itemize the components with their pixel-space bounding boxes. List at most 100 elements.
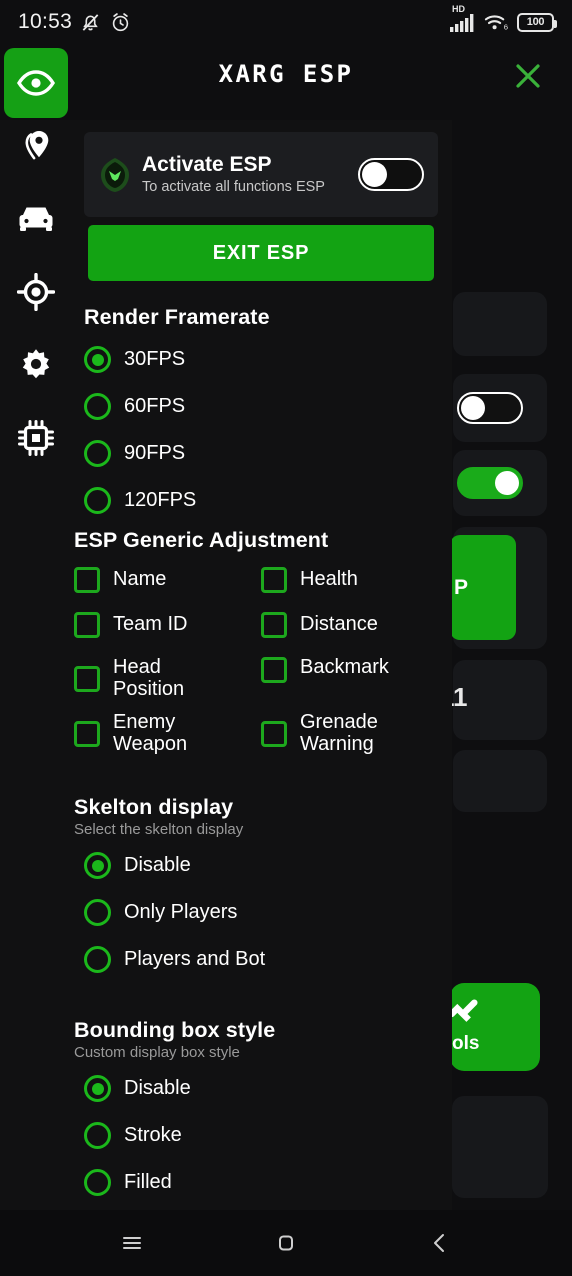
activate-esp-title: Activate ESP: [142, 153, 272, 177]
bounding-option-disable[interactable]: Disable: [84, 1075, 434, 1102]
bounding-box-subtitle: Custom display box style: [74, 1044, 240, 1061]
bg-card-1: [453, 292, 547, 356]
alarm-clock-icon: [112, 12, 129, 31]
checkbox-team-id-box[interactable]: [74, 612, 100, 638]
sidebar-item-location[interactable]: [14, 124, 58, 168]
wrench-icon: [450, 999, 478, 1022]
framerate-option-30fps[interactable]: 30FPS: [84, 346, 424, 373]
framerate-option-60fps[interactable]: 60FPS: [84, 393, 424, 420]
bounding-label-filled: Filled: [124, 1171, 172, 1193]
sidebar-item-memory[interactable]: [14, 416, 58, 460]
signal-bars-icon: [450, 13, 474, 32]
car-icon: [19, 207, 53, 231]
skelton-radio-players-and-bot[interactable]: [84, 946, 111, 973]
close-button[interactable]: [510, 58, 546, 94]
skelton-display-section: Skelton display Select the skelton displ…: [74, 795, 434, 973]
framerate-radio-60fps[interactable]: [84, 393, 111, 420]
checkbox-head-position-box[interactable]: [74, 665, 100, 692]
eye-icon: [16, 70, 56, 96]
bg-tools-button[interactable]: ols: [450, 983, 540, 1071]
framerate-radio-90fps[interactable]: [84, 440, 111, 467]
framerate-label-90fps: 90FPS: [124, 442, 186, 464]
mute-bell-icon: [82, 13, 99, 31]
bg-green-button[interactable]: P: [450, 535, 516, 640]
checkbox-enemy-weapon-box[interactable]: [74, 720, 100, 747]
checkbox-backmark-box[interactable]: [261, 657, 287, 683]
bounding-radio-filled[interactable]: [84, 1169, 111, 1196]
skelton-display-title: Skelton display: [74, 795, 234, 819]
activate-esp-toggle[interactable]: [358, 158, 424, 191]
bg-toggle-on-knob: [495, 471, 519, 495]
checkbox-head-position-label: Head Position: [113, 656, 185, 700]
gear-icon: [22, 349, 50, 379]
bounding-radio-disable[interactable]: [84, 1075, 111, 1102]
close-x-icon: [516, 64, 540, 88]
activate-esp-toggle-knob: [362, 162, 387, 187]
framerate-radio-30fps[interactable]: [84, 346, 111, 373]
render-framerate-title: Render Framerate: [84, 305, 270, 329]
checkbox-name-label: Name: [113, 568, 167, 591]
checkbox-health[interactable]: Health: [261, 567, 358, 593]
checkbox-enemy-weapon[interactable]: Enemy Weapon: [74, 711, 261, 755]
bg-card-3: [453, 450, 547, 516]
home-button[interactable]: [264, 1221, 308, 1265]
bg-tools-label: ols: [452, 1033, 480, 1054]
skelton-radio-only-players[interactable]: [84, 899, 111, 926]
framerate-option-90fps[interactable]: 90FPS: [84, 440, 424, 467]
bg-toggle-on[interactable]: [457, 467, 523, 499]
skelton-option-disable[interactable]: Disable: [84, 852, 434, 879]
bg-card-7: [452, 1096, 548, 1198]
skelton-option-players-and-bot[interactable]: Players and Bot: [84, 946, 434, 973]
bg-card-2: [453, 374, 547, 442]
back-button[interactable]: [418, 1221, 462, 1265]
checkbox-team-id[interactable]: Team ID: [74, 612, 261, 638]
checkbox-health-label: Health: [300, 568, 358, 591]
esp-generic-section: ESP Generic Adjustment Name Health Team …: [74, 528, 444, 755]
checkbox-name[interactable]: Name: [74, 567, 261, 593]
checkbox-head-position[interactable]: Head Position: [74, 656, 261, 700]
bg-toggle-off[interactable]: [457, 392, 523, 424]
checkbox-distance-box[interactable]: [261, 612, 287, 638]
hd-label: HD: [452, 3, 465, 14]
status-bar-right: HD 6 100: [450, 4, 557, 32]
bounding-label-stroke: Stroke: [124, 1124, 182, 1146]
framerate-radio-120fps[interactable]: [84, 487, 111, 514]
activate-esp-card[interactable]: Activate ESP To activate all functions E…: [84, 132, 438, 217]
checkbox-enemy-weapon-label: Enemy Weapon: [113, 711, 188, 755]
exit-esp-button[interactable]: EXIT ESP: [88, 225, 434, 281]
checkbox-grenade-warning[interactable]: Grenade Warning: [261, 711, 420, 755]
battery-icon: 100: [517, 12, 557, 32]
checkbox-grenade-warning-box[interactable]: [261, 720, 287, 747]
framerate-label-60fps: 60FPS: [124, 395, 186, 417]
hd-signal-icon: HD: [450, 4, 476, 32]
home-square-icon: [279, 1235, 293, 1251]
checkbox-backmark-label: Backmark: [300, 656, 389, 678]
framerate-label-30fps: 30FPS: [124, 348, 186, 370]
bounding-option-stroke[interactable]: Stroke: [84, 1122, 434, 1149]
phone-screen: P 11 ols 10:53 HD 6 100 XARG ESP Activat…: [0, 0, 572, 1276]
chip-cpu-icon: [18, 420, 54, 456]
sidebar-item-settings[interactable]: [14, 343, 58, 387]
eye-toggle-button[interactable]: [4, 48, 68, 118]
recents-button[interactable]: [110, 1221, 154, 1265]
bounding-radio-stroke[interactable]: [84, 1122, 111, 1149]
bounding-option-filled[interactable]: Filled: [84, 1169, 434, 1196]
sidebar-item-vehicle[interactable]: [14, 197, 58, 241]
framerate-option-120fps[interactable]: 120FPS: [84, 487, 424, 514]
sidebar-rail: [0, 124, 72, 460]
checkbox-backmark[interactable]: Backmark: [261, 656, 389, 700]
status-bar: 10:53 HD 6 100: [0, 0, 572, 44]
sidebar-item-aim[interactable]: [14, 270, 58, 314]
skelton-option-only-players[interactable]: Only Players: [84, 899, 434, 926]
crosshair-target-icon: [17, 273, 55, 311]
checkbox-distance-label: Distance: [300, 613, 378, 636]
activate-esp-texts: Activate ESP To activate all functions E…: [142, 153, 358, 196]
bounding-box-style-section: Bounding box style Custom display box st…: [74, 1018, 434, 1196]
skelton-label-players-and-bot: Players and Bot: [124, 948, 266, 970]
checkbox-health-box[interactable]: [261, 567, 287, 593]
skelton-radio-disable[interactable]: [84, 852, 111, 879]
esp-generic-row-2: Team ID Distance: [74, 612, 444, 638]
checkbox-distance[interactable]: Distance: [261, 612, 378, 638]
checkbox-name-box[interactable]: [74, 567, 100, 593]
render-framerate-section: Render Framerate 30FPS 60FPS 90FPS 120FP…: [84, 305, 424, 514]
